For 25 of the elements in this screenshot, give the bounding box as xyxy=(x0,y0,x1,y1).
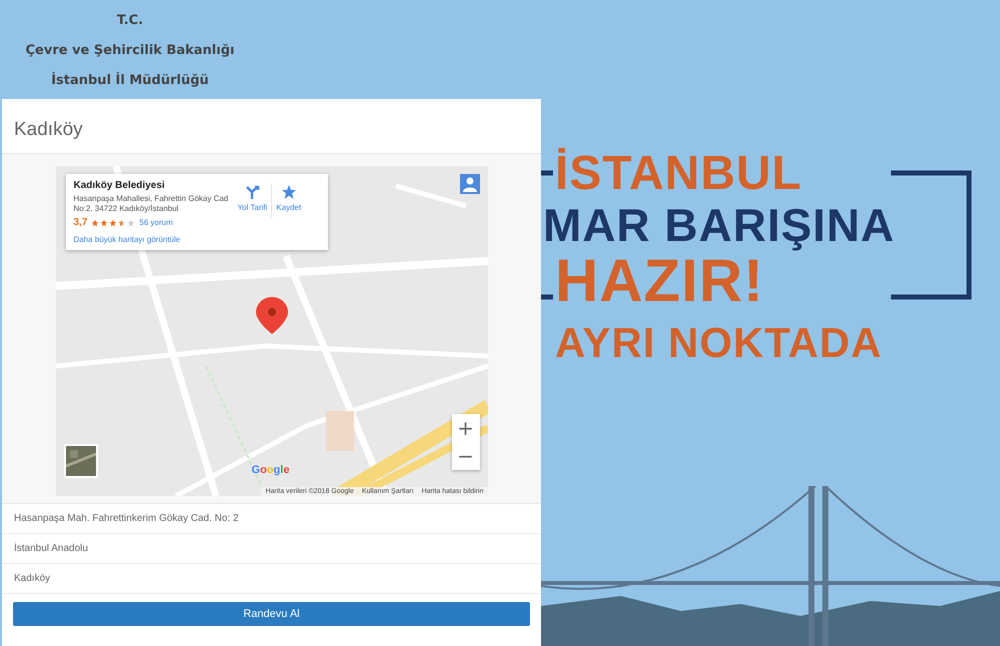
header-title: İstanbul İl Müdürlüğü xyxy=(51,73,209,89)
detail-row: İstanbul Anadolu xyxy=(2,534,541,564)
fork-arrow-icon xyxy=(244,184,260,200)
header-title: Çevre ve Şehircilik Bakanlığı xyxy=(26,43,234,59)
banner-text: İSTANBUL xyxy=(555,148,802,200)
reviews-link[interactable]: 56 yorum xyxy=(139,218,173,227)
banner-text: MAR BARIŞINA xyxy=(543,200,895,250)
zoom-out-button[interactable]: − xyxy=(452,442,480,470)
appointment-button[interactable]: Randevu Al xyxy=(13,602,530,626)
detail-row: Hasanpaşa Mah. Fahrettinkerim Gökay Cad. No: 2 xyxy=(2,504,541,534)
satellite-thumbnail-icon[interactable] xyxy=(64,444,98,478)
zoom-in-button[interactable]: + xyxy=(452,414,480,442)
detail-row: Kadıköy xyxy=(2,564,541,594)
header-title: T.C. xyxy=(116,13,144,29)
directions-link[interactable]: Yol Tarifi xyxy=(238,184,268,212)
save-link[interactable]: Kaydet xyxy=(276,184,302,212)
star-icon xyxy=(280,184,297,200)
larger-map-link[interactable]: Daha büyük haritayı görüntüle xyxy=(74,235,234,244)
banner-text: AYRI NOKTADA xyxy=(555,318,882,368)
banner-text: HAZIR! xyxy=(555,250,764,312)
place-name: Kadıköy Belediyesi xyxy=(74,180,166,191)
map-logo: Google xyxy=(252,464,290,476)
person-icon[interactable] xyxy=(460,174,480,194)
rating-value: 3,7 xyxy=(74,217,88,228)
place-address: Hasanpaşa Mahallesi, Fahrettin Gökay Cad No:2, 34722 Kadıköy/İstanbul xyxy=(74,194,230,214)
